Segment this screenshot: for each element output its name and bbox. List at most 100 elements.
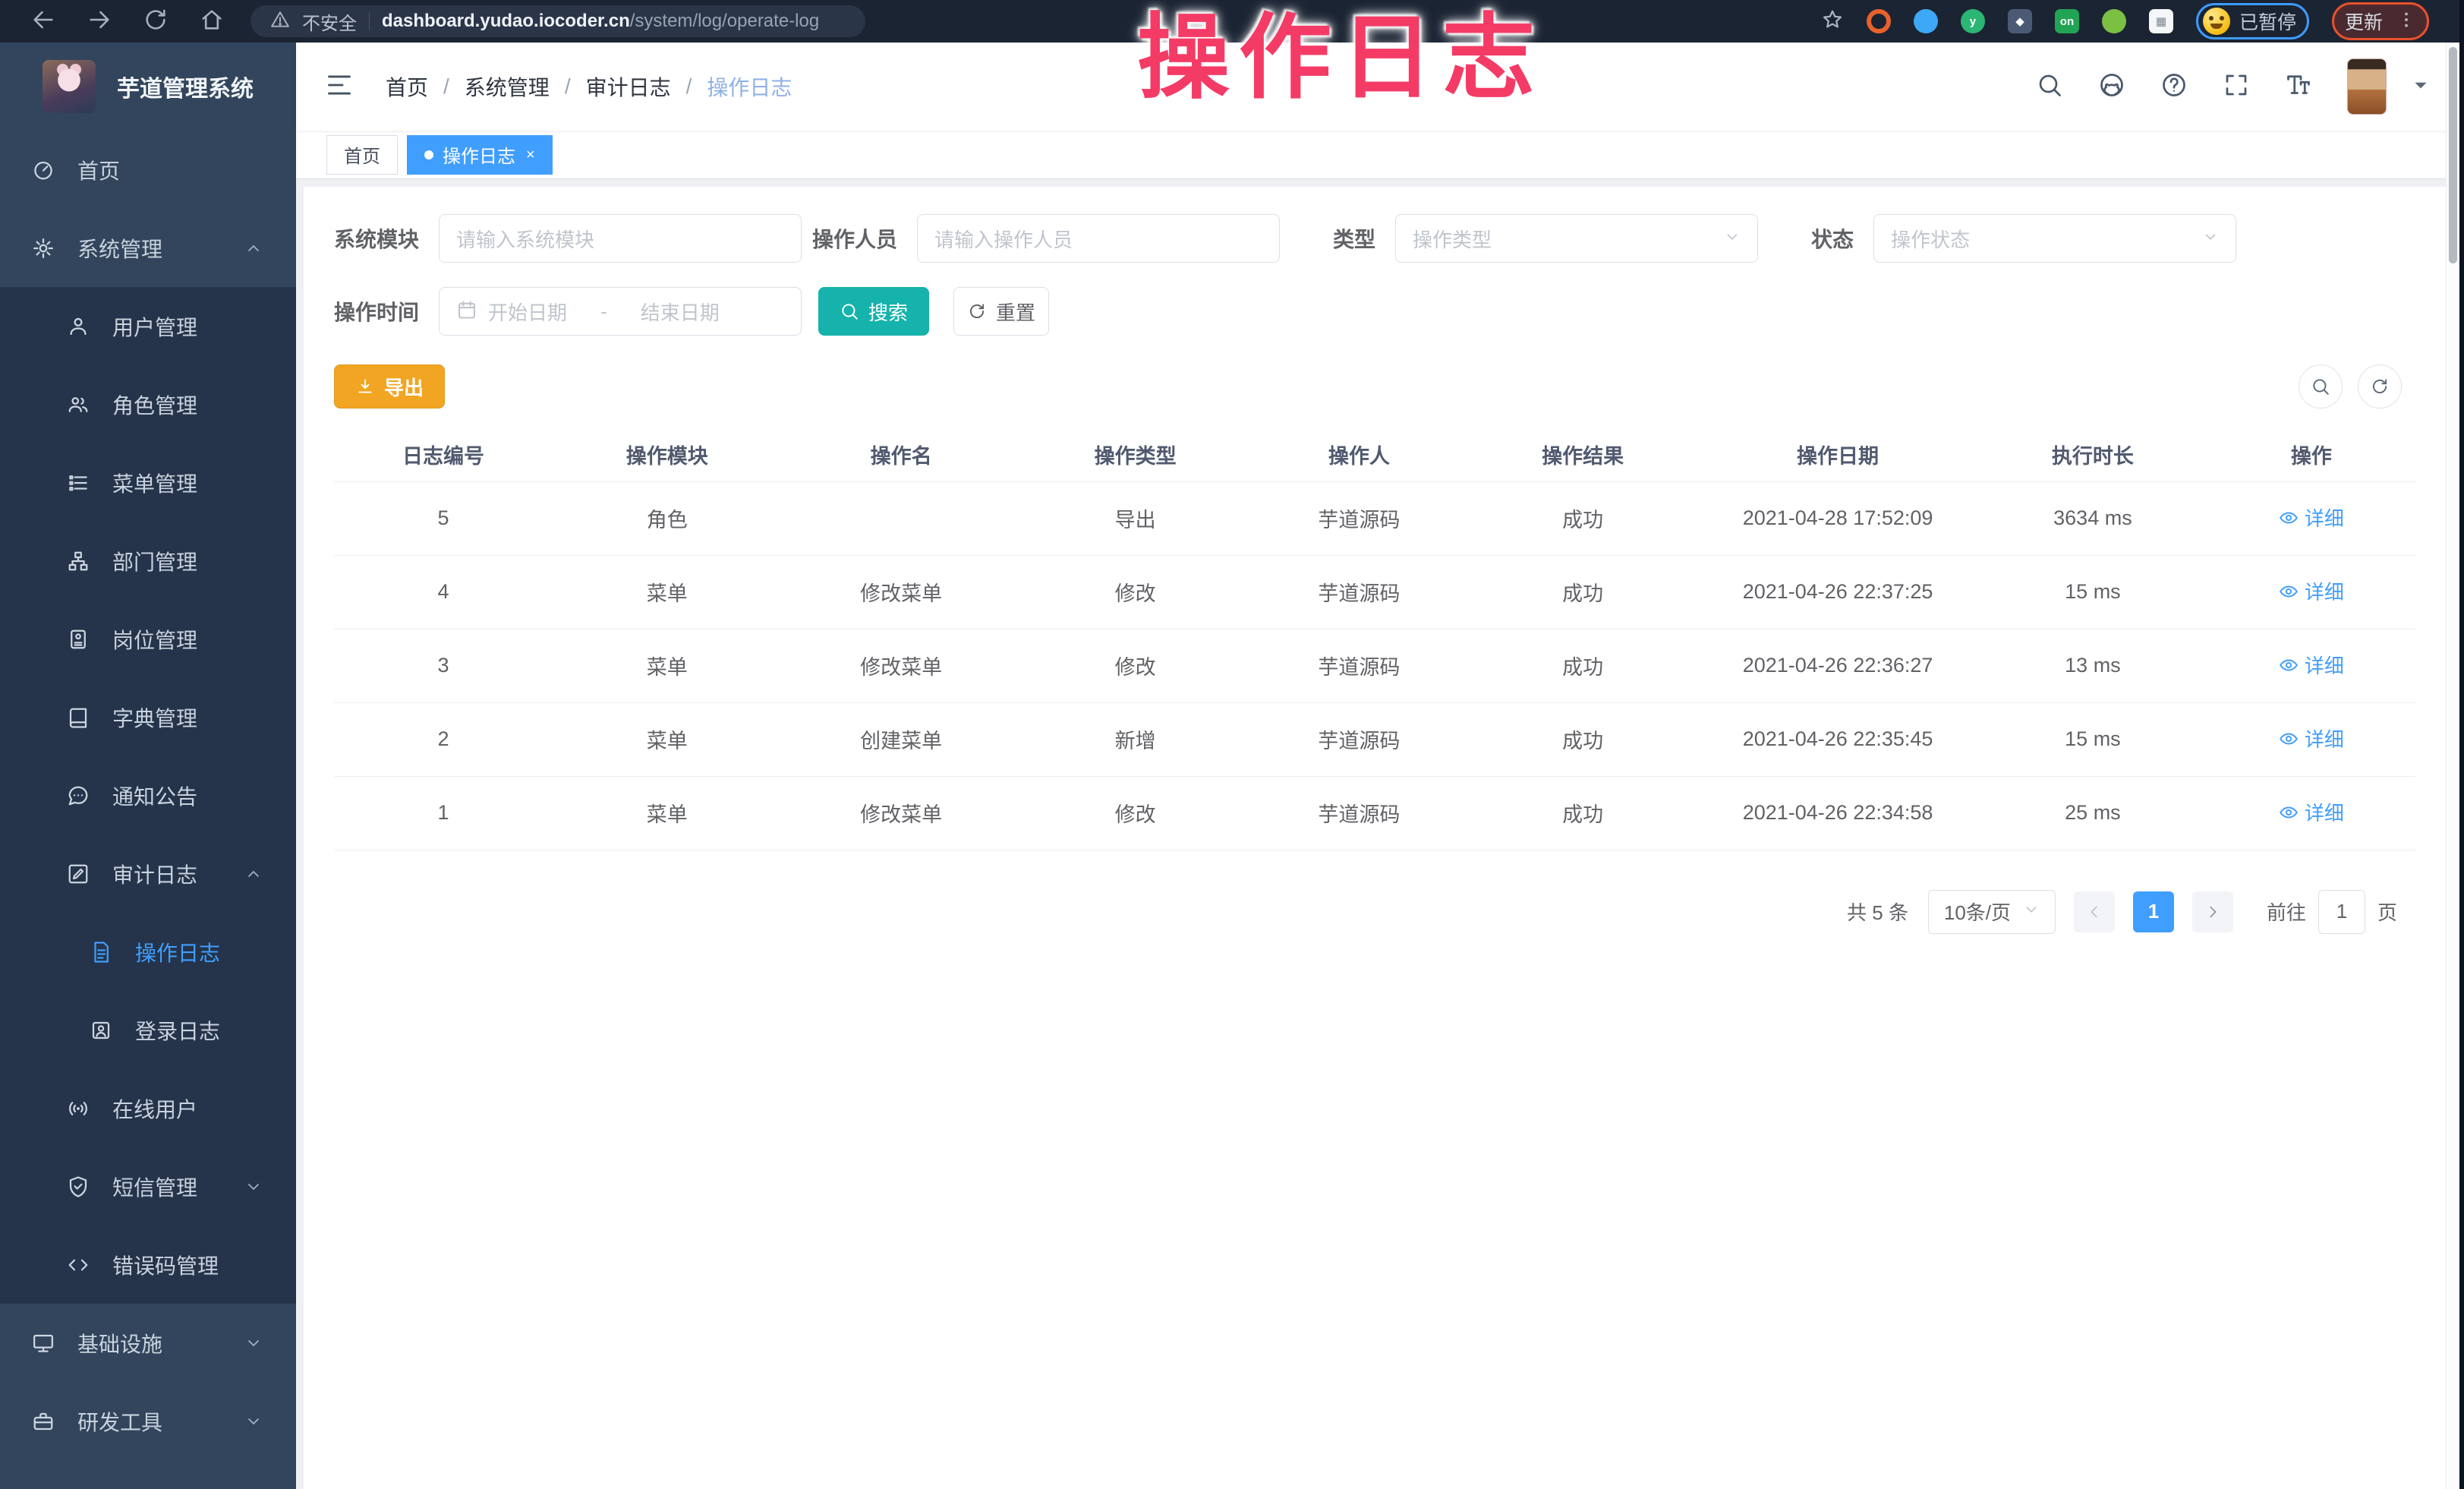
github-icon[interactable] <box>2098 71 2125 103</box>
table-header-row: 日志编号操作模块操作名操作类型操作人操作结果操作日期执行时长操作 <box>334 428 2415 481</box>
detail-link[interactable]: 详细 <box>2279 577 2344 605</box>
sidebar-item-基础设施[interactable]: 基础设施 <box>0 1304 296 1382</box>
breadcrumb-separator: / <box>686 74 692 99</box>
green-on-badge-extension-icon[interactable]: on <box>2055 9 2079 33</box>
browser-reload-icon[interactable] <box>143 7 169 36</box>
operator-input[interactable]: 请输入操作人员 <box>917 214 1280 263</box>
column-header: 操作人 <box>1249 428 1468 481</box>
goto-page-input[interactable]: 1 <box>2318 890 2365 934</box>
paused-label[interactable]: 已暂停 <box>2239 8 2296 35</box>
status-select[interactable]: 操作状态 <box>1873 214 2236 263</box>
export-button[interactable]: 导出 <box>334 364 445 409</box>
sidebar-item-系统管理[interactable]: 系统管理 <box>0 209 296 287</box>
type-select[interactable]: 操作类型 <box>1395 214 1758 263</box>
search-button[interactable]: 搜索 <box>818 287 929 336</box>
hide-search-button[interactable] <box>2299 364 2343 409</box>
table-row: 5角色导出芋道源码成功2021-04-28 17:52:093634 ms详细 <box>334 481 2415 555</box>
sidebar-item-短信管理[interactable]: 短信管理 <box>0 1147 296 1226</box>
sidebar-item-角色管理[interactable]: 角色管理 <box>0 365 296 443</box>
megaphone-icon <box>67 784 90 807</box>
detail-link[interactable]: 详细 <box>2279 798 2344 826</box>
gauge-icon <box>32 159 55 181</box>
green-leaf-extension-icon[interactable] <box>2102 9 2126 33</box>
sidebar-item-审计日志[interactable]: 审计日志 <box>0 834 296 913</box>
next-page-button[interactable] <box>2192 891 2233 932</box>
table-cell: 芋道源码 <box>1249 629 1468 702</box>
browser-update-button[interactable]: 更新 <box>2345 8 2383 35</box>
breadcrumb-item[interactable]: 首页 <box>386 71 428 102</box>
sidebar-item-研发工具[interactable]: 研发工具 <box>0 1382 296 1460</box>
table-cell <box>782 481 1021 555</box>
user-avatar[interactable] <box>2347 58 2387 115</box>
sidebar-item-岗位管理[interactable]: 岗位管理 <box>0 600 296 678</box>
page-url[interactable]: dashboard.yudao.iocoder.cn/system/log/op… <box>382 11 819 32</box>
sidebar-item-label: 菜单管理 <box>112 468 197 498</box>
operator-placeholder: 请输入操作人员 <box>934 225 1073 253</box>
page-scrollbar[interactable] <box>2446 43 2459 1489</box>
detail-link-label: 详细 <box>2305 798 2344 826</box>
header-search-icon[interactable] <box>2036 71 2063 103</box>
sidebar-item-通知公告[interactable]: 通知公告 <box>0 756 296 834</box>
briefcase-icon <box>32 1410 55 1433</box>
scrollbar-thumb[interactable] <box>2449 47 2457 263</box>
sidebar-item-部门管理[interactable]: 部门管理 <box>0 522 296 600</box>
pagination: 共 5 条 10条/页 1 前往 1 页 <box>334 890 2415 934</box>
app-logo-row[interactable]: 芋道管理系统 <box>0 43 296 131</box>
not-secure-label[interactable]: 不安全 <box>302 8 357 35</box>
audit-icon <box>67 863 90 885</box>
address-bar[interactable]: 不安全 dashboard.yudao.iocoder.cn/system/lo… <box>250 5 865 37</box>
sidebar-item-登录日志[interactable]: 登录日志 <box>0 991 296 1069</box>
table-cell: 修改 <box>1021 776 1250 850</box>
module-input[interactable]: 请输入系统模块 <box>439 214 802 263</box>
table-cell: 5 <box>334 481 553 555</box>
sidebar-collapse-icon[interactable] <box>325 71 354 103</box>
type-label: 类型 <box>1333 223 1375 254</box>
detail-link[interactable]: 详细 <box>2279 724 2344 752</box>
blue-drop-extension-icon[interactable] <box>1914 9 1938 33</box>
breadcrumb-item[interactable]: 操作日志 <box>707 71 792 102</box>
bookmark-star-icon[interactable] <box>1821 8 1844 35</box>
tab-bar: 首页操作日志× <box>296 131 2464 179</box>
avatar-caret-down-icon[interactable] <box>2411 75 2431 99</box>
breadcrumb-item[interactable]: 系统管理 <box>465 71 550 102</box>
content-area: 系统模块 请输入系统模块 操作人员 请输入操作人员 类型 操作类型 状态 操作状… <box>296 179 2464 1489</box>
white-puzzle-extension-icon[interactable]: ▦ <box>2149 9 2173 33</box>
sidebar-item-label: 字典管理 <box>112 702 197 733</box>
breadcrumb-item[interactable]: 审计日志 <box>586 71 671 102</box>
emoji-avatar-icon[interactable] <box>2203 8 2230 35</box>
green-circle-extension-icon[interactable]: y <box>1961 9 1985 33</box>
blue-diamond-extension-icon[interactable]: ◆ <box>2008 9 2032 33</box>
sidebar-item-菜单管理[interactable]: 菜单管理 <box>0 443 296 522</box>
detail-link[interactable]: 详细 <box>2279 651 2344 679</box>
help-icon[interactable] <box>2160 71 2188 103</box>
sidebar-item-用户管理[interactable]: 用户管理 <box>0 287 296 365</box>
sidebar-item-label: 部门管理 <box>112 546 197 576</box>
font-size-icon[interactable] <box>2285 71 2312 103</box>
fullscreen-icon[interactable] <box>2223 71 2250 103</box>
tab-首页[interactable]: 首页 <box>326 135 398 175</box>
sidebar-item-label: 系统管理 <box>77 233 162 263</box>
paused-annotation-circle: 已暂停 <box>2196 3 2309 39</box>
sidebar-item-操作日志[interactable]: 操作日志 <box>0 913 296 991</box>
reset-button[interactable]: 重置 <box>953 287 1049 336</box>
detail-link[interactable]: 详细 <box>2279 503 2344 532</box>
sidebar-item-label: 在线用户 <box>112 1093 197 1124</box>
browser-menu-icon[interactable] <box>2396 10 2416 33</box>
column-header: 日志编号 <box>334 428 553 481</box>
page-1-button[interactable]: 1 <box>2133 891 2174 932</box>
tab-close-icon[interactable]: × <box>526 147 535 162</box>
browser-forward-icon[interactable] <box>87 7 112 36</box>
list-icon <box>67 472 90 494</box>
orange-ring-extension-icon[interactable] <box>1867 9 1891 33</box>
sidebar-item-在线用户[interactable]: 在线用户 <box>0 1069 296 1147</box>
sidebar-item-首页[interactable]: 首页 <box>0 131 296 209</box>
date-range-input[interactable]: 开始日期 - 结束日期 <box>439 287 802 336</box>
sidebar-item-字典管理[interactable]: 字典管理 <box>0 678 296 756</box>
tab-操作日志[interactable]: 操作日志× <box>407 135 553 175</box>
refresh-table-button[interactable] <box>2358 364 2402 409</box>
browser-back-icon[interactable] <box>30 7 56 36</box>
page-size-select[interactable]: 10条/页 <box>1928 890 2056 934</box>
browser-home-icon[interactable] <box>199 7 225 36</box>
prev-page-button[interactable] <box>2074 891 2115 932</box>
sidebar-item-错误码管理[interactable]: 错误码管理 <box>0 1226 296 1304</box>
